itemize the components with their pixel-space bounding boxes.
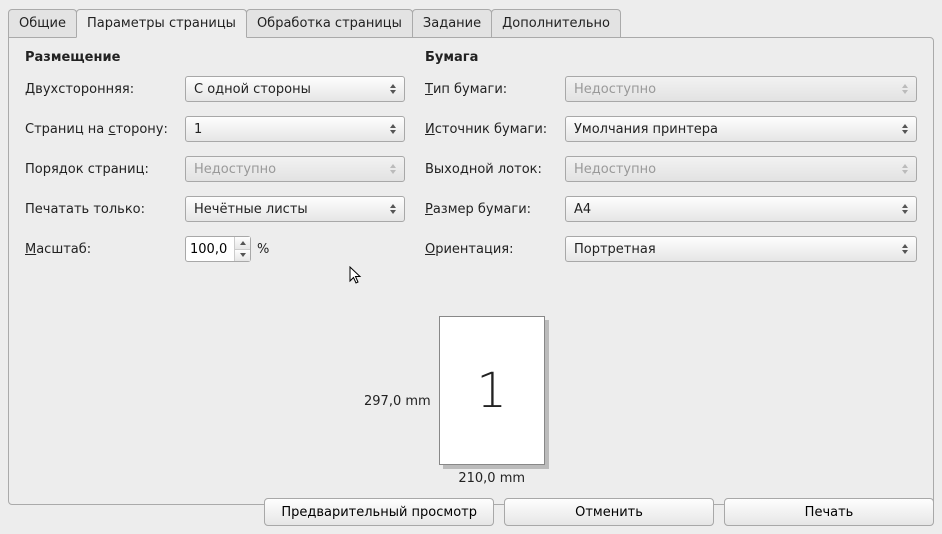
duplex-label: Двухсторонняя:: [25, 82, 185, 97]
page-order-combo: Недоступно: [185, 156, 405, 182]
output-tray-combo: Недоступно: [565, 156, 917, 182]
output-tray-label: Выходной лоток:: [425, 162, 565, 177]
scale-input[interactable]: [186, 237, 234, 261]
preview-button[interactable]: Предварительный просмотр: [264, 498, 494, 526]
dropdown-arrows-icon: [386, 200, 400, 218]
tab-general[interactable]: Общие: [8, 9, 77, 38]
print-only-combo[interactable]: Нечётные листы: [185, 196, 405, 222]
preview-height: 297,0 mm: [364, 394, 431, 409]
page-preview: 297,0 mm 1 210,0 mm: [364, 316, 545, 486]
scale-unit: %: [257, 242, 269, 257]
preview-page: 1: [439, 316, 545, 465]
paper-size-label: Размер бумаги:: [425, 202, 565, 217]
scale-down-button[interactable]: [235, 250, 250, 262]
page-order-value: Недоступно: [194, 162, 276, 177]
tab-page-params[interactable]: Параметры страницы: [76, 9, 247, 38]
print-only-label: Печатать только:: [25, 202, 185, 217]
paper-type-combo: Недоступно: [565, 76, 917, 102]
orientation-label: Ориентация:: [425, 242, 565, 257]
preview-width: 210,0 mm: [458, 471, 525, 486]
print-button[interactable]: Печать: [724, 498, 934, 526]
paper-size-value: A4: [574, 202, 591, 217]
dropdown-arrows-icon: [386, 120, 400, 138]
paper-source-label: Источник бумаги:: [425, 122, 565, 137]
dropdown-arrows-icon: [898, 240, 912, 258]
paper-section-title: Бумага: [425, 50, 917, 65]
paper-type-label: Тип бумаги:: [425, 82, 565, 97]
paper-source-value: Умолчания принтера: [574, 122, 718, 137]
dropdown-arrows-icon: [898, 120, 912, 138]
layout-section-title: Размещение: [25, 50, 405, 65]
dropdown-arrows-icon: [386, 80, 400, 98]
tab-job[interactable]: Задание: [412, 9, 492, 38]
dialog-footer: Предварительный просмотр Отменить Печать: [264, 498, 934, 526]
pages-per-side-value: 1: [194, 122, 202, 137]
tab-bar: Общие Параметры страницы Обработка стран…: [0, 0, 942, 37]
dropdown-arrows-icon: [898, 80, 912, 98]
paper-type-value: Недоступно: [574, 82, 656, 97]
pages-per-side-combo[interactable]: 1: [185, 116, 405, 142]
print-only-value: Нечётные листы: [194, 202, 308, 217]
scale-up-button[interactable]: [235, 237, 250, 250]
dropdown-arrows-icon: [898, 160, 912, 178]
pages-per-side-label: Страниц на сторону:: [25, 122, 185, 137]
scale-label: Масштаб:: [25, 242, 185, 257]
duplex-value: С одной стороны: [194, 82, 311, 97]
output-tray-value: Недоступно: [574, 162, 656, 177]
orientation-combo[interactable]: Портретная: [565, 236, 917, 262]
paper-size-combo[interactable]: A4: [565, 196, 917, 222]
dropdown-arrows-icon: [898, 200, 912, 218]
dropdown-arrows-icon: [386, 160, 400, 178]
scale-spinner[interactable]: [185, 236, 251, 262]
duplex-combo[interactable]: С одной стороны: [185, 76, 405, 102]
tab-advanced[interactable]: Дополнительно: [491, 9, 621, 38]
orientation-value: Портретная: [574, 242, 656, 257]
cancel-button[interactable]: Отменить: [504, 498, 714, 526]
tab-page-processing[interactable]: Обработка страницы: [246, 9, 413, 38]
preview-page-number: 1: [476, 363, 507, 419]
tab-panel: Размещение Двухсторонняя: С одной сторон…: [8, 37, 934, 505]
page-order-label: Порядок страниц:: [25, 162, 185, 177]
paper-source-combo[interactable]: Умолчания принтера: [565, 116, 917, 142]
